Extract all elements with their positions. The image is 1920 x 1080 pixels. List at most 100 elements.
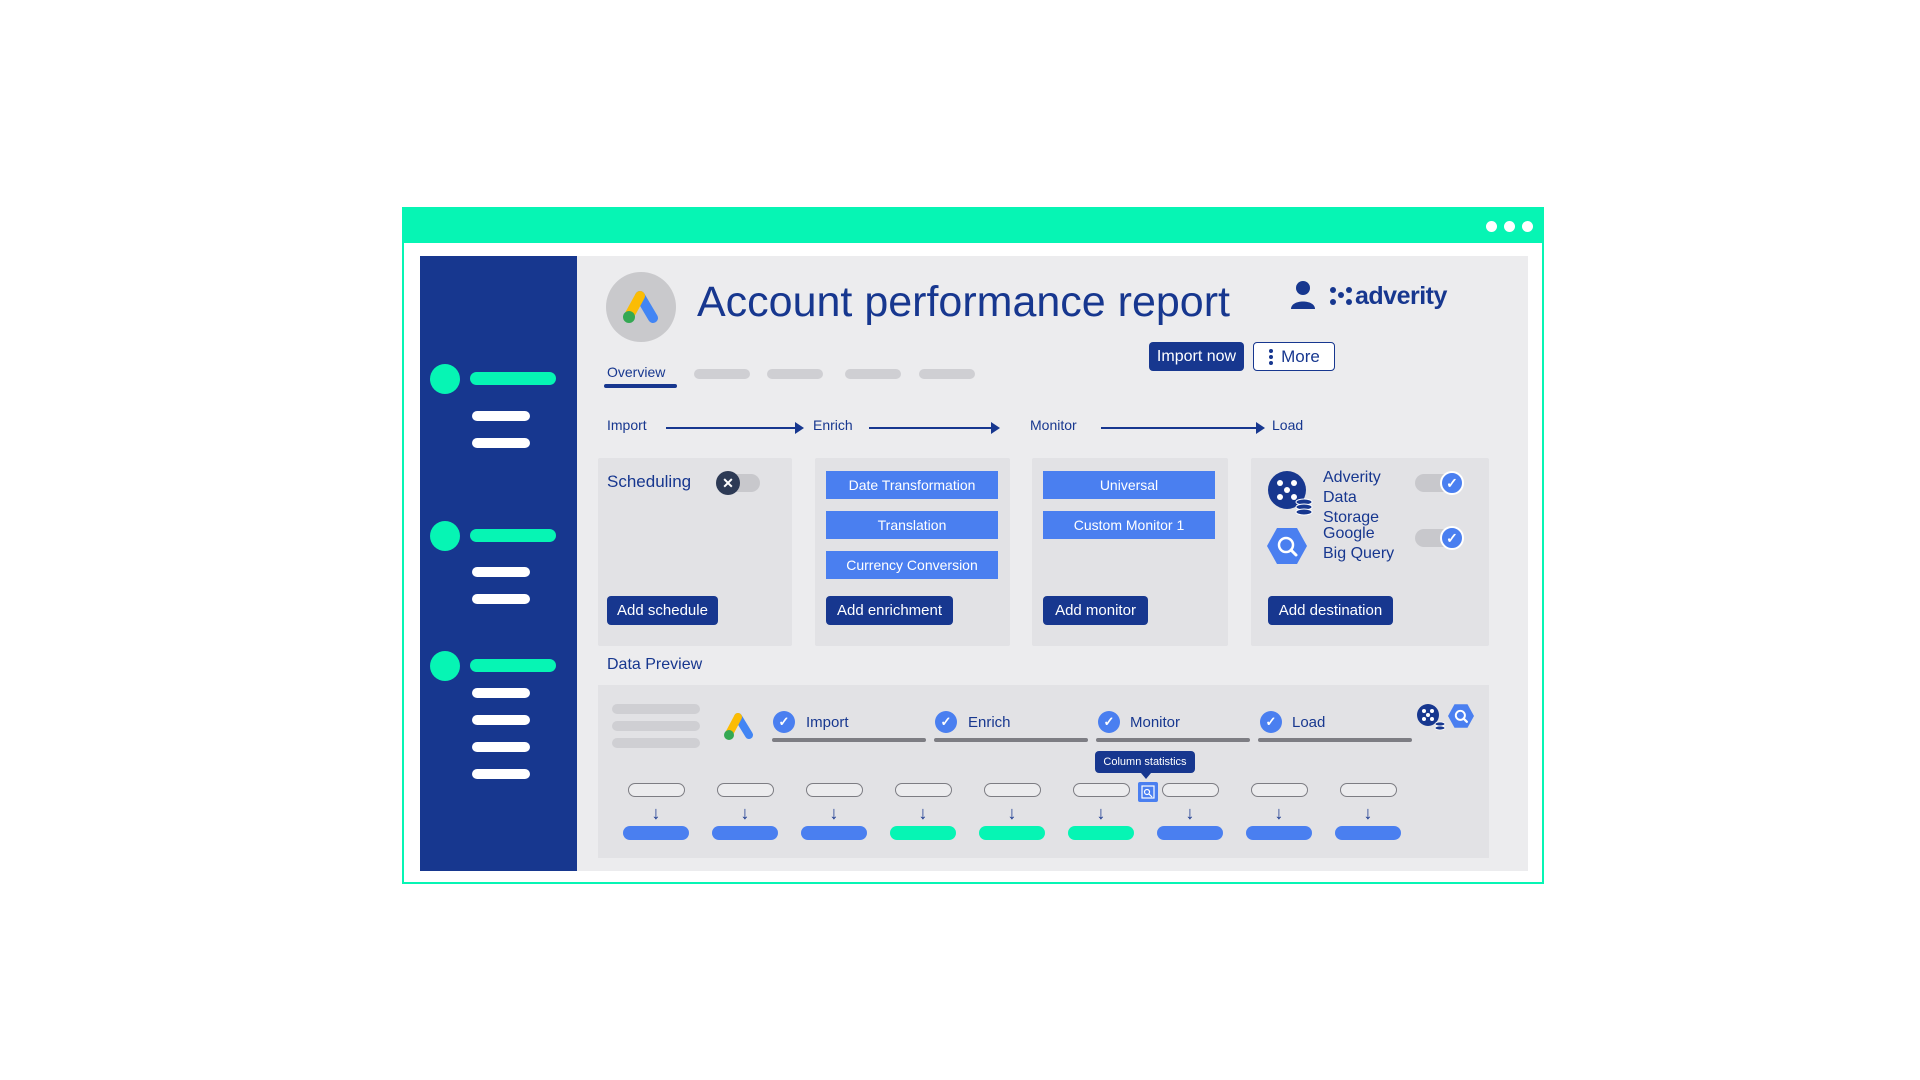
- column-bar[interactable]: [1068, 826, 1134, 840]
- preview-stage-monitor: Monitor: [1130, 714, 1181, 731]
- stage-progress-line: [1096, 738, 1250, 742]
- arrow-down-icon: ↓: [1096, 803, 1106, 823]
- sidebar-item[interactable]: [472, 567, 530, 577]
- step-enrich: Enrich: [813, 417, 853, 433]
- sidebar-item[interactable]: [472, 742, 530, 752]
- column-bar[interactable]: [979, 826, 1045, 840]
- import-now-button[interactable]: Import now: [1149, 342, 1244, 371]
- column-bar[interactable]: [801, 826, 867, 840]
- arrow-right-icon: [991, 422, 1000, 434]
- sidebar-item[interactable]: [472, 594, 530, 604]
- check-circle-icon: ✓: [935, 711, 957, 733]
- window-dot-icon[interactable]: [1504, 221, 1515, 232]
- stage-progress-line: [1258, 738, 1412, 742]
- column-bar[interactable]: [712, 826, 778, 840]
- sidebar-section-1-icon[interactable]: [430, 364, 460, 394]
- data-preview-panel: ✓ Import ✓ Enrich ✓ Monitor ✓ Load Colum…: [598, 685, 1489, 858]
- tab-overview[interactable]: Overview: [607, 364, 665, 380]
- column-bar[interactable]: [890, 826, 956, 840]
- sidebar-item[interactable]: [472, 688, 530, 698]
- magnifier-icon: [1141, 785, 1155, 799]
- preview-stage-enrich: Enrich: [968, 714, 1011, 731]
- column-header[interactable]: [1251, 783, 1308, 797]
- column-header[interactable]: [717, 783, 774, 797]
- sidebar-item[interactable]: [472, 769, 530, 779]
- arrow-down-icon: ↓: [1185, 803, 1195, 823]
- app-window: Account performance report adverity Impo…: [402, 207, 1544, 884]
- stage-progress-line: [934, 738, 1088, 742]
- sidebar-item[interactable]: [472, 438, 530, 448]
- column-header[interactable]: [984, 783, 1041, 797]
- enrichment-chip[interactable]: Translation: [826, 511, 998, 539]
- add-destination-button[interactable]: Add destination: [1268, 596, 1393, 625]
- arrow-down-icon: ↓: [740, 803, 750, 823]
- arrow-down-icon: ↓: [1274, 803, 1284, 823]
- arrow-right-icon: [795, 422, 804, 434]
- add-schedule-button[interactable]: Add schedule: [607, 596, 718, 625]
- tab-placeholder[interactable]: [694, 369, 750, 379]
- column-bar[interactable]: [623, 826, 689, 840]
- page-title: Account performance report: [697, 278, 1230, 326]
- tab-placeholder[interactable]: [845, 369, 901, 379]
- column-statistics-icon[interactable]: [1138, 782, 1158, 802]
- column-bar[interactable]: [1335, 826, 1401, 840]
- sidebar-section-2-title[interactable]: [470, 529, 556, 542]
- placeholder-line: [612, 721, 700, 731]
- tab-active-underline: [604, 384, 677, 388]
- add-monitor-button[interactable]: Add monitor: [1043, 596, 1148, 625]
- enrichment-chip[interactable]: Currency Conversion: [826, 551, 998, 579]
- adverity-logo-icon: [1330, 286, 1352, 305]
- column-header[interactable]: [1340, 783, 1397, 797]
- destination-name-line: Big Query: [1323, 545, 1395, 562]
- column-header[interactable]: [628, 783, 685, 797]
- destination-adverity-label: Adverity Data Storage: [1323, 468, 1381, 528]
- check-circle-icon: ✓: [773, 711, 795, 733]
- load-card: Adverity Data Storage ✓ Google Big Query…: [1251, 458, 1489, 646]
- arrow-right-icon: [1256, 422, 1265, 434]
- monitor-card: Universal Custom Monitor 1 Add monitor: [1032, 458, 1228, 646]
- tooltip-tail: [1141, 773, 1151, 779]
- monitor-chip[interactable]: Universal: [1043, 471, 1215, 499]
- step-arrow: [666, 427, 797, 429]
- google-bigquery-icon: [1267, 528, 1307, 564]
- arrow-down-icon: ↓: [651, 803, 661, 823]
- sidebar-section-3-title[interactable]: [470, 659, 556, 672]
- column-header[interactable]: [806, 783, 863, 797]
- sidebar-item[interactable]: [472, 411, 530, 421]
- column-bar[interactable]: [1157, 826, 1223, 840]
- sidebar-section-2-icon[interactable]: [430, 521, 460, 551]
- arrow-down-icon: ↓: [829, 803, 839, 823]
- more-button[interactable]: More: [1253, 342, 1335, 371]
- column-header[interactable]: [1162, 783, 1219, 797]
- user-icon[interactable]: [1290, 280, 1316, 310]
- placeholder-line: [612, 738, 700, 748]
- enrichment-chip[interactable]: Date Transformation: [826, 471, 998, 499]
- sidebar: [420, 256, 577, 871]
- column-header[interactable]: [1073, 783, 1130, 797]
- column-bar[interactable]: [1246, 826, 1312, 840]
- data-preview-label: Data Preview: [607, 656, 703, 673]
- monitor-chip[interactable]: Custom Monitor 1: [1043, 511, 1215, 539]
- checkmark-icon[interactable]: ✓: [1440, 471, 1464, 495]
- window-dot-icon[interactable]: [1486, 221, 1497, 232]
- sidebar-section-3-icon[interactable]: [430, 651, 460, 681]
- import-card: Scheduling ✕ Add schedule: [598, 458, 792, 646]
- step-arrow: [1101, 427, 1258, 429]
- sidebar-section-1-title[interactable]: [470, 372, 556, 385]
- checkmark-icon[interactable]: ✓: [1440, 526, 1464, 550]
- close-icon[interactable]: ✕: [716, 471, 740, 495]
- google-ads-logo: [606, 272, 676, 342]
- tab-placeholder[interactable]: [767, 369, 823, 379]
- tab-placeholder[interactable]: [919, 369, 975, 379]
- step-arrow: [869, 427, 993, 429]
- adverity-storage-icon: [1417, 704, 1446, 731]
- destination-bigquery-label: Google Big Query: [1323, 524, 1394, 564]
- main-content: Account performance report adverity Impo…: [577, 256, 1528, 871]
- step-load: Load: [1272, 417, 1304, 433]
- adverity-storage-icon: [1268, 471, 1313, 516]
- window-dot-icon[interactable]: [1522, 221, 1533, 232]
- scheduling-label: Scheduling: [607, 472, 692, 491]
- column-header[interactable]: [895, 783, 952, 797]
- add-enrichment-button[interactable]: Add enrichment: [826, 596, 953, 625]
- sidebar-item[interactable]: [472, 715, 530, 725]
